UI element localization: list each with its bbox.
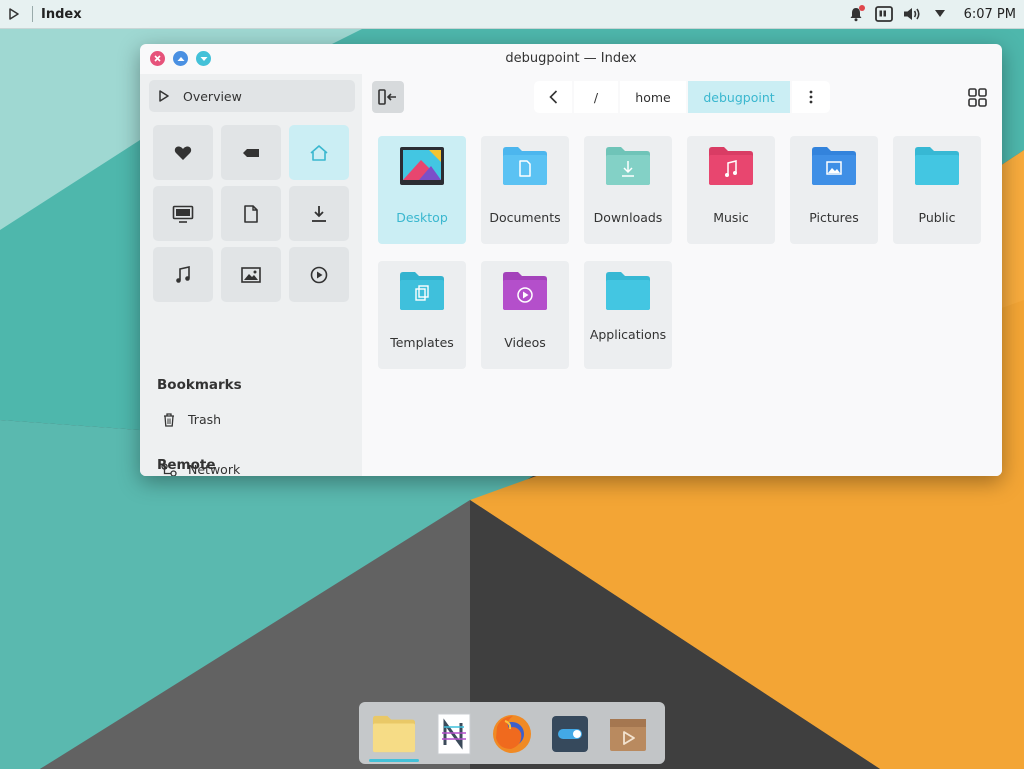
file-item-templates[interactable]: Templates xyxy=(378,261,466,369)
panel-separator xyxy=(32,6,33,22)
breadcrumb-menu-button[interactable] xyxy=(792,81,830,113)
sidebar: Overview Bookmarks Trash Remote xyxy=(140,74,362,476)
menu-arrow-icon[interactable] xyxy=(930,4,950,24)
folder-downloads-icon xyxy=(605,142,651,190)
file-item-desktop[interactable]: Desktop xyxy=(378,136,466,244)
quick-access-grid xyxy=(153,125,349,302)
dock-file-manager[interactable] xyxy=(372,712,416,756)
overview-icon xyxy=(149,90,179,102)
notes-app-icon xyxy=(437,713,471,755)
dock-package-store[interactable] xyxy=(606,712,650,756)
window-titlebar[interactable]: debugpoint — Index xyxy=(140,44,1002,74)
dock xyxy=(359,702,665,764)
file-item-documents[interactable]: Documents xyxy=(481,136,569,244)
view-mode-button[interactable] xyxy=(966,86,988,108)
quick-videos-button[interactable] xyxy=(289,247,349,302)
bookmarks-heading: Bookmarks xyxy=(157,377,242,393)
file-label: Videos xyxy=(504,335,546,350)
trash-icon xyxy=(160,412,178,427)
folder-applications-icon xyxy=(605,267,651,315)
file-label: Pictures xyxy=(809,210,859,225)
file-item-public[interactable]: Public xyxy=(893,136,981,244)
notification-dot xyxy=(858,5,865,11)
sidebar-item-network[interactable]: Network xyxy=(160,462,240,476)
file-item-music[interactable]: Music xyxy=(687,136,775,244)
quick-pictures-button[interactable] xyxy=(221,247,281,302)
quick-downloads-button[interactable] xyxy=(289,186,349,241)
notification-bell-icon[interactable] xyxy=(846,4,866,24)
breadcrumb: / home debugpoint xyxy=(534,81,830,113)
desktop-icon xyxy=(172,205,194,223)
overview-button[interactable]: Overview xyxy=(149,80,355,112)
top-panel: Index 6:07 PM xyxy=(0,0,1024,29)
folder-pictures-icon xyxy=(811,142,857,190)
videos-icon xyxy=(310,266,328,283)
file-label: Documents xyxy=(489,210,561,225)
more-vertical-icon xyxy=(809,90,813,104)
quick-favorites-button[interactable] xyxy=(153,125,213,180)
quick-music-button[interactable] xyxy=(153,247,213,302)
file-label: Downloads xyxy=(593,210,663,225)
file-manager-icon xyxy=(372,715,416,753)
chevron-left-icon xyxy=(548,90,557,104)
downloads-icon xyxy=(312,205,326,222)
window-title: debugpoint — Index xyxy=(505,51,637,66)
sidebar-item-label: Network xyxy=(188,462,241,476)
file-item-downloads[interactable]: Downloads xyxy=(584,136,672,244)
folder-videos-icon xyxy=(502,267,548,315)
tags-icon xyxy=(243,148,259,157)
file-grid: Desktop Documents Downloads Music Pictur… xyxy=(362,120,1002,476)
active-app-title[interactable]: Index xyxy=(41,7,82,22)
music-icon xyxy=(176,265,190,283)
breadcrumb-current[interactable]: debugpoint xyxy=(688,81,790,113)
app-launcher-button[interactable] xyxy=(0,0,28,28)
quick-desktop-button[interactable] xyxy=(153,186,213,241)
network-icon xyxy=(160,462,178,476)
file-label: Music xyxy=(713,210,749,225)
breadcrumb-home[interactable]: home xyxy=(620,81,686,113)
volume-icon[interactable] xyxy=(902,4,922,24)
overview-label: Overview xyxy=(183,88,242,104)
settings-toggle-icon xyxy=(552,716,588,752)
launcher-icon xyxy=(9,8,19,20)
dock-settings[interactable] xyxy=(548,712,592,756)
file-manager-window: debugpoint — Index Overview Bookmarks Tr… xyxy=(140,44,1002,476)
folder-public-icon xyxy=(914,142,960,190)
file-item-videos[interactable]: Videos xyxy=(481,261,569,369)
quick-documents-button[interactable] xyxy=(221,186,281,241)
file-item-pictures[interactable]: Pictures xyxy=(790,136,878,244)
sidebar-item-label: Trash xyxy=(188,412,222,427)
quick-home-button[interactable] xyxy=(289,125,349,180)
toolbar: / home debugpoint xyxy=(362,74,1002,120)
firefox-icon xyxy=(493,715,531,753)
file-label: Desktop xyxy=(396,210,448,225)
sidebar-toggle-icon xyxy=(378,89,396,105)
breadcrumb-root[interactable]: / xyxy=(574,81,618,113)
folder-documents-icon xyxy=(502,142,548,190)
file-label: Applications xyxy=(589,327,667,342)
folder-templates-icon xyxy=(399,267,445,315)
pictures-icon xyxy=(241,266,261,283)
documents-icon xyxy=(244,204,258,223)
clock[interactable]: 6:07 PM xyxy=(964,7,1016,22)
desktop-icon xyxy=(399,142,445,190)
file-item-applications[interactable]: Applications xyxy=(584,261,672,369)
back-button[interactable] xyxy=(534,81,572,113)
favorites-icon xyxy=(174,145,192,160)
file-label: Public xyxy=(918,210,956,225)
tray-app-icon[interactable] xyxy=(874,4,894,24)
grid-view-icon xyxy=(967,87,987,107)
sidebar-item-trash[interactable]: Trash xyxy=(160,412,221,427)
sidebar-toggle-button[interactable] xyxy=(372,81,404,113)
dock-firefox[interactable] xyxy=(490,712,534,756)
package-store-icon xyxy=(610,719,646,751)
home-icon xyxy=(310,144,328,161)
quick-tags-button[interactable] xyxy=(221,125,281,180)
dock-active-indicator xyxy=(369,759,419,762)
system-tray: 6:07 PM xyxy=(846,0,1016,28)
folder-music-icon xyxy=(708,142,754,190)
file-label: Templates xyxy=(390,335,454,350)
dock-notes-app[interactable] xyxy=(432,712,476,756)
